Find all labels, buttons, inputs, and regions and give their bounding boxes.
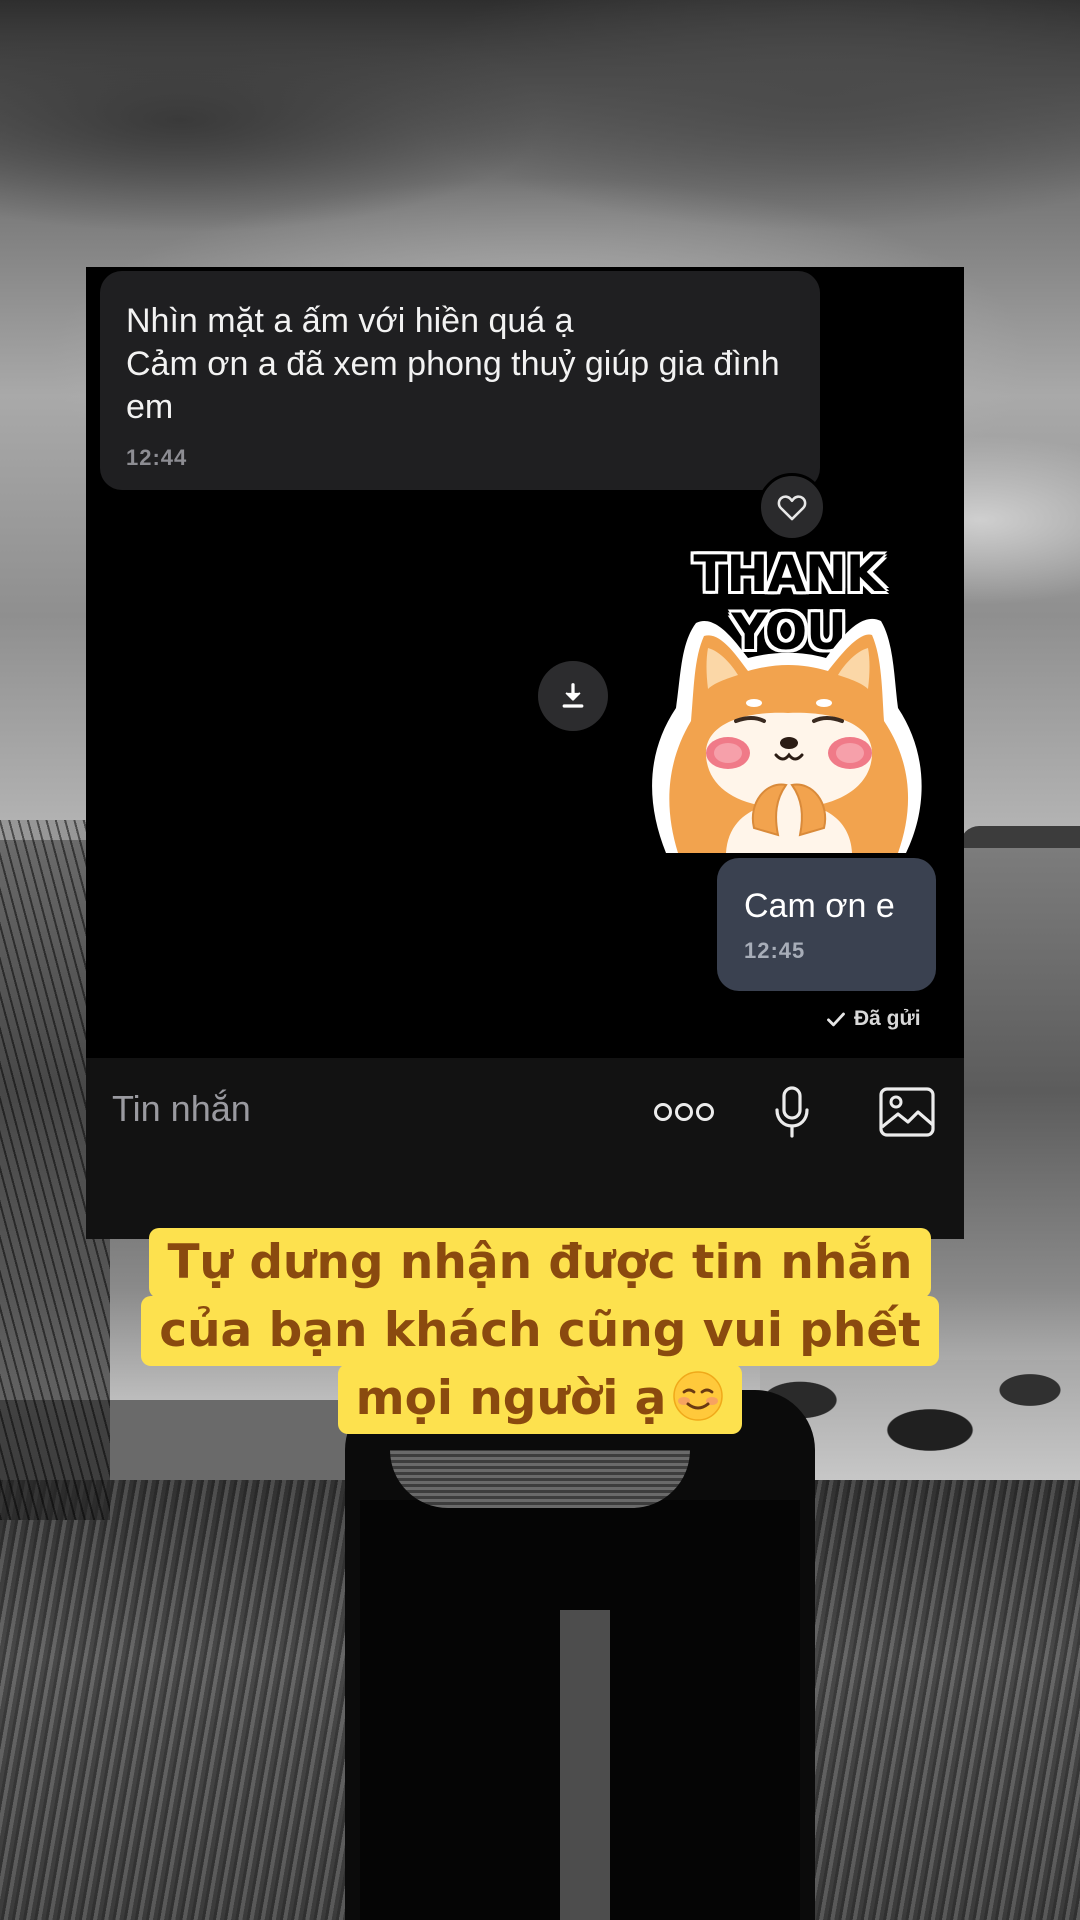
smiling-face-emoji-icon bbox=[673, 1371, 724, 1421]
incoming-message-time: 12:44 bbox=[126, 445, 188, 470]
caption-line-3: mọi người ạ bbox=[337, 1364, 743, 1434]
more-dots-icon bbox=[654, 1103, 714, 1121]
delivery-status-label: Đã gửi bbox=[854, 1007, 921, 1030]
leg-gap bbox=[560, 1610, 610, 1920]
react-heart-button[interactable] bbox=[758, 473, 826, 541]
attach-image-button[interactable] bbox=[877, 1080, 937, 1144]
delivery-status: Đã gửi bbox=[826, 1005, 921, 1033]
shiba-dog-sticker-art bbox=[652, 618, 922, 853]
heart-icon bbox=[777, 495, 807, 521]
outgoing-message-bubble[interactable]: Cam ơn e 12:45 bbox=[717, 858, 936, 991]
download-icon bbox=[562, 683, 584, 708]
outgoing-message-text: Cam ơn e bbox=[744, 887, 895, 925]
caption-line-3-text: mọi người ạ bbox=[355, 1371, 667, 1426]
image-icon bbox=[879, 1087, 935, 1137]
check-icon bbox=[827, 1012, 845, 1027]
message-composer: Tin nhắn bbox=[86, 1058, 964, 1239]
incoming-message-text: Nhìn mặt a ấm với hiền quá ạ Cảm ơn a đã… bbox=[126, 302, 780, 426]
person-shirt-hem bbox=[390, 1450, 690, 1508]
outgoing-message-time: 12:45 bbox=[744, 938, 806, 963]
message-input[interactable]: Tin nhắn bbox=[112, 1088, 251, 1130]
caption-line-2: của bạn khách cũng vui phết bbox=[141, 1296, 939, 1366]
download-sticker-button[interactable] bbox=[538, 661, 608, 731]
video-caption: Tự dưng nhận được tin nhắn của bạn khách… bbox=[0, 1228, 1080, 1434]
chat-screenshot: Nhìn mặt a ấm với hiền quá ạ Cảm ơn a đã… bbox=[86, 267, 964, 1239]
more-options-button[interactable] bbox=[649, 1080, 719, 1144]
caption-line-1: Tự dưng nhận được tin nhắn bbox=[149, 1228, 931, 1298]
voice-message-button[interactable] bbox=[762, 1080, 822, 1144]
distant-headland bbox=[960, 826, 1080, 848]
microphone-icon bbox=[775, 1086, 809, 1138]
incoming-message-bubble[interactable]: Nhìn mặt a ấm với hiền quá ạ Cảm ơn a đã… bbox=[100, 271, 820, 490]
